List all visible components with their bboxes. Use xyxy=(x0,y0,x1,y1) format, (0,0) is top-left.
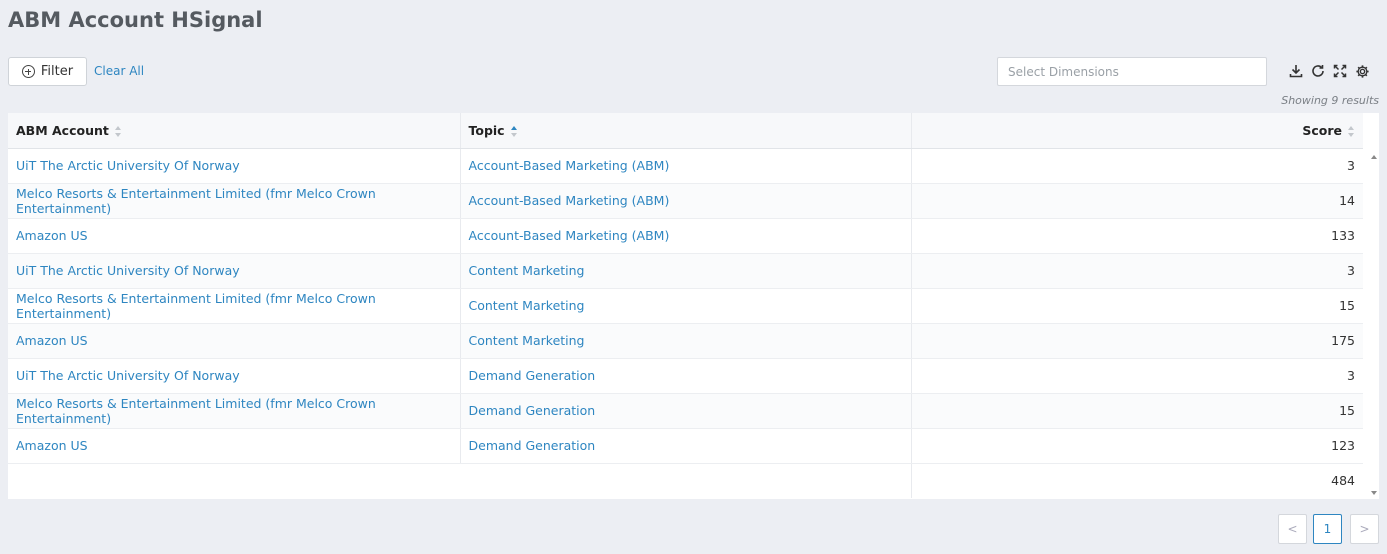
score-cell: 15 xyxy=(911,393,1363,429)
page-title: ABM Account HSignal xyxy=(8,8,263,32)
score-cell: 175 xyxy=(911,323,1363,359)
topic-link[interactable]: Content Marketing xyxy=(460,288,912,324)
pagination-next-button[interactable]: > xyxy=(1350,514,1379,544)
total-label-cell xyxy=(8,463,911,498)
column-header-label: Score xyxy=(1302,122,1342,138)
account-link[interactable]: Amazon US xyxy=(8,428,461,464)
account-link[interactable]: UiT The Arctic University Of Norway xyxy=(8,358,461,394)
score-cell: 14 xyxy=(911,183,1363,219)
topic-link[interactable]: Demand Generation xyxy=(460,358,912,394)
add-circle-icon xyxy=(21,65,35,78)
score-cell: 133 xyxy=(911,218,1363,254)
score-cell: 3 xyxy=(911,148,1363,184)
total-score: 484 xyxy=(910,463,1363,498)
table-row: Melco Resorts & Entertainment Limited (f… xyxy=(8,183,1363,219)
column-header-topic[interactable]: Topic xyxy=(460,113,912,149)
clear-all-link[interactable]: Clear All xyxy=(94,64,144,78)
score-cell: 3 xyxy=(911,358,1363,394)
table-row: Amazon US Account-Based Marketing (ABM) … xyxy=(8,218,1363,254)
download-icon[interactable] xyxy=(1288,63,1304,79)
pagination-page-1[interactable]: 1 xyxy=(1313,514,1342,544)
table-row: Melco Resorts & Entertainment Limited (f… xyxy=(8,393,1363,429)
score-cell: 123 xyxy=(911,428,1363,464)
settings-icon[interactable] xyxy=(1354,63,1370,79)
results-count: Showing 9 results xyxy=(1281,94,1379,107)
expand-icon[interactable] xyxy=(1332,63,1348,79)
account-link[interactable]: UiT The Arctic University Of Norway xyxy=(8,253,461,289)
topic-link[interactable]: Content Marketing xyxy=(460,253,912,289)
select-dimensions-input[interactable] xyxy=(997,57,1267,86)
filter-button[interactable]: Filter xyxy=(8,57,87,86)
account-link[interactable]: Melco Resorts & Entertainment Limited (f… xyxy=(8,393,461,429)
topic-link[interactable]: Demand Generation xyxy=(460,428,912,464)
account-link[interactable]: Amazon US xyxy=(8,323,461,359)
topic-link[interactable]: Account-Based Marketing (ABM) xyxy=(460,218,912,254)
scroll-up-arrow-icon[interactable] xyxy=(1371,155,1377,159)
column-header-abm-account[interactable]: ABM Account xyxy=(8,113,461,149)
column-header-score[interactable]: Score xyxy=(911,113,1363,149)
score-cell: 15 xyxy=(911,288,1363,324)
score-cell: 3 xyxy=(911,253,1363,289)
table-row: Amazon US Content Marketing 175 xyxy=(8,323,1363,359)
column-header-label: Topic xyxy=(468,122,505,138)
topic-link[interactable]: Demand Generation xyxy=(460,393,912,429)
table-row: Melco Resorts & Entertainment Limited (f… xyxy=(8,288,1363,324)
table-row: UiT The Arctic University Of Norway Cont… xyxy=(8,253,1363,289)
refresh-icon[interactable] xyxy=(1310,63,1326,79)
table-header-row: ABM Account Topic Score xyxy=(8,113,1363,149)
table-tools xyxy=(1288,63,1370,79)
topic-link[interactable]: Content Marketing xyxy=(460,323,912,359)
sort-ascending-icon[interactable] xyxy=(510,125,518,137)
pagination-prev-button[interactable]: < xyxy=(1278,514,1307,544)
table-row: UiT The Arctic University Of Norway Acco… xyxy=(8,148,1363,184)
account-link[interactable]: Melco Resorts & Entertainment Limited (f… xyxy=(8,288,461,324)
scroll-down-arrow-icon[interactable] xyxy=(1371,491,1377,495)
table-row: UiT The Arctic University Of Norway Dema… xyxy=(8,358,1363,394)
topic-link[interactable]: Account-Based Marketing (ABM) xyxy=(460,148,912,184)
sort-icon[interactable] xyxy=(114,125,122,137)
account-link[interactable]: Amazon US xyxy=(8,218,461,254)
account-link[interactable]: UiT The Arctic University Of Norway xyxy=(8,148,461,184)
column-header-label: ABM Account xyxy=(16,122,109,138)
total-row: 484 xyxy=(8,463,1363,498)
sort-icon[interactable] xyxy=(1348,125,1355,137)
table-row: Amazon US Demand Generation 123 xyxy=(8,428,1363,464)
filter-button-label: Filter xyxy=(40,64,74,79)
results-table: ABM Account Topic Score UiT The Arctic U… xyxy=(8,113,1379,499)
account-link[interactable]: Melco Resorts & Entertainment Limited (f… xyxy=(8,183,461,219)
topic-link[interactable]: Account-Based Marketing (ABM) xyxy=(460,183,912,219)
